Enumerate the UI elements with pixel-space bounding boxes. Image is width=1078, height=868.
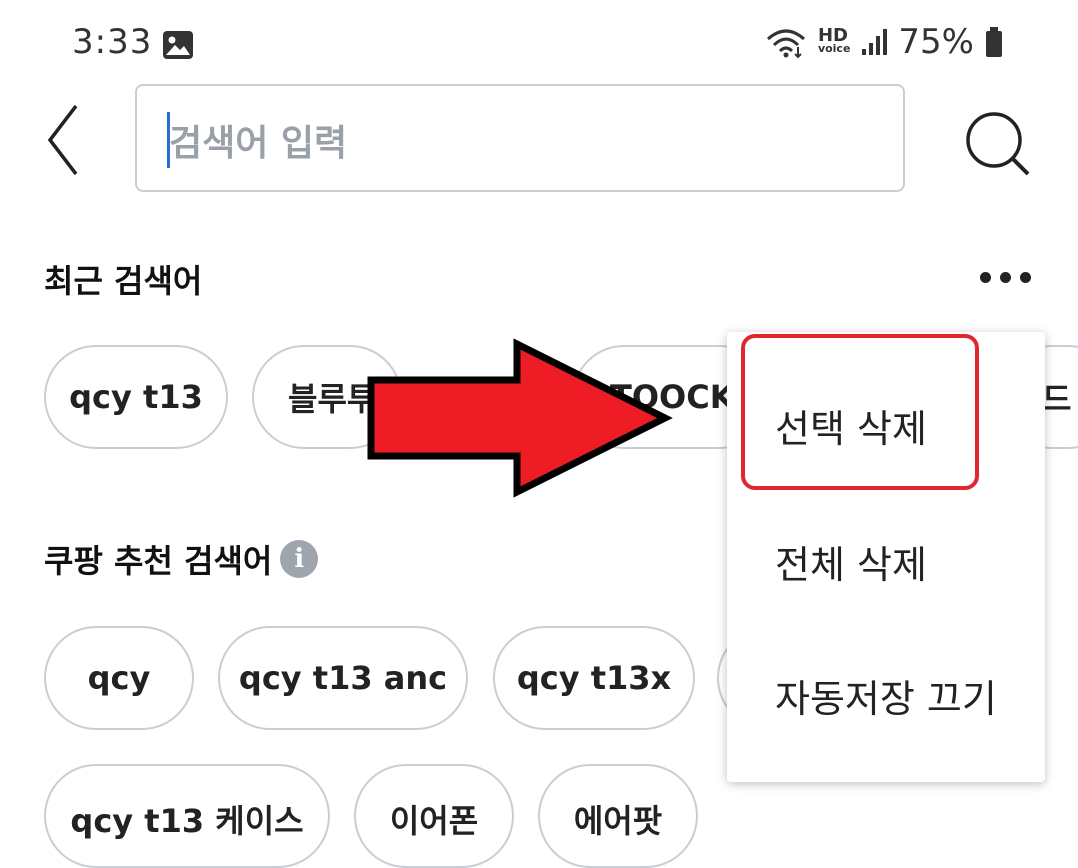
battery-icon: [986, 27, 1002, 57]
info-icon[interactable]: i: [280, 540, 319, 578]
red-arrow-annotation: [367, 338, 673, 498]
image-icon: [163, 31, 193, 59]
recommended-chip[interactable]: 에어팟: [538, 764, 698, 868]
status-time: 3:33: [72, 22, 153, 62]
dot: [980, 271, 991, 283]
recommended-chip[interactable]: qcy t13x: [493, 626, 695, 730]
hd-voice-indicator: HD voice: [817, 25, 851, 56]
recommended-header: 쿠팡 추천 검색어 i: [44, 536, 319, 582]
search-icon[interactable]: [962, 108, 1034, 180]
recent-chip[interactable]: qcy t13: [44, 345, 228, 449]
options-menu: 선택 삭제 전체 삭제 자동저장 끄기: [727, 332, 1045, 782]
menu-item-auto-save-off[interactable]: 자동저장 끄기: [775, 668, 997, 723]
recommended-chip[interactable]: 이어폰: [354, 764, 514, 868]
battery-percentage: 75%: [898, 22, 974, 62]
search-placeholder: 검색어 입력: [169, 123, 348, 164]
menu-item-delete-selected[interactable]: 선택 삭제: [775, 398, 927, 453]
dot: [1020, 271, 1031, 283]
back-arrow-icon[interactable]: [40, 100, 90, 180]
recommended-chip[interactable]: qcy t13 케이스: [44, 764, 330, 868]
hd-label: HD: [817, 25, 848, 46]
status-icons: HD voice 75%: [764, 22, 1004, 62]
voice-label: voice: [817, 42, 851, 55]
dot: [1000, 271, 1011, 283]
more-options-icon[interactable]: [980, 262, 1040, 292]
recommended-chip[interactable]: qcy t13 anc: [218, 626, 468, 730]
recent-searches-title: 최근 검색어: [44, 262, 203, 300]
search-input[interactable]: 검색어 입력: [135, 84, 905, 192]
recommended-chip[interactable]: qcy: [44, 626, 194, 730]
recommended-searches-title: 쿠팡 추천 검색어: [44, 542, 273, 580]
menu-item-delete-all[interactable]: 전체 삭제: [775, 534, 927, 589]
signal-icon: [862, 29, 888, 55]
wifi-icon: [766, 29, 805, 59]
